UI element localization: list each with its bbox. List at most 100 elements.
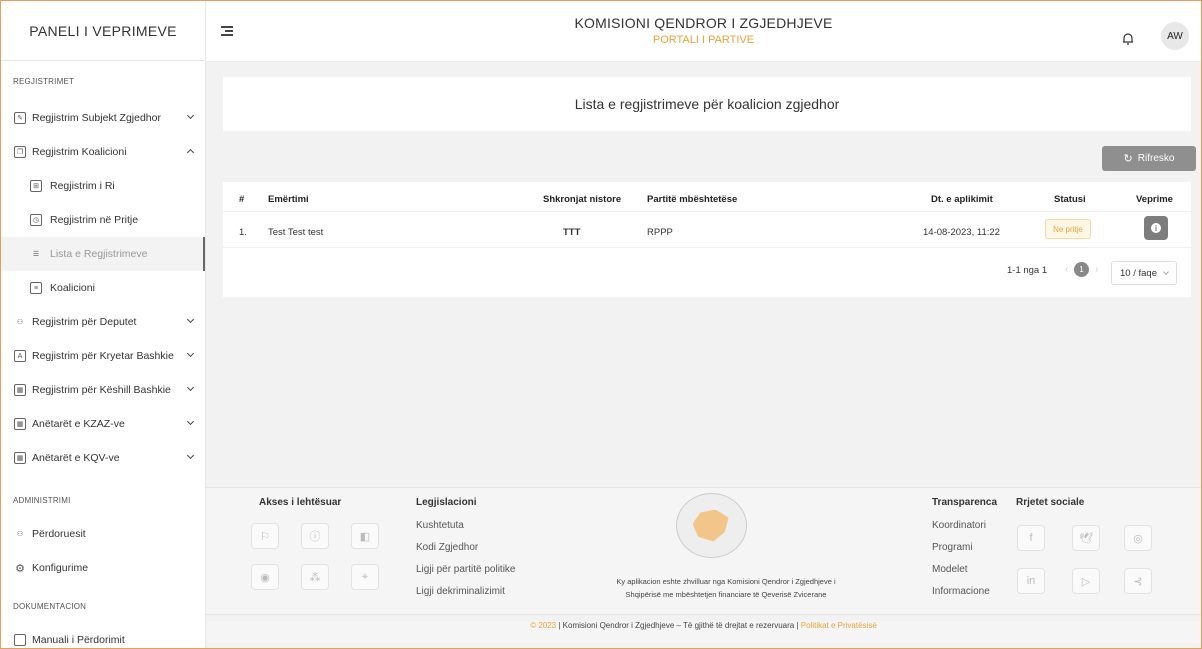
sidebar-item-label: Lista e Regjistrimeve xyxy=(50,248,148,260)
albania-map-icon xyxy=(692,509,729,542)
sidebar-section-docs: DOKUMENTACION xyxy=(13,602,87,611)
sidebar-item-kryetar[interactable]: A Regjistrim për Kryetar Bashkie xyxy=(1,339,205,373)
column-header-actions: Veprime xyxy=(1136,194,1173,205)
sidebar-section-admin: ADMINISTRIMI xyxy=(13,496,71,505)
chevron-right-icon[interactable]: › xyxy=(1095,264,1098,275)
info-icon: i xyxy=(1151,223,1161,233)
sidebar-item-koalicioni-sub[interactable]: ≡ Koalicioni xyxy=(1,271,205,305)
sidebar-item-label: Regjistrim për Kryetar Bashkie xyxy=(32,350,174,362)
sidebar-item-koalicioni[interactable]: ❐ Regjistrim Koalicioni xyxy=(1,135,205,169)
instagram-icon[interactable]: ◎ xyxy=(1124,525,1152,551)
sidebar-item-label: Regjistrim Koalicioni xyxy=(32,146,127,158)
sidebar-item-label: Regjistrim Subjekt Zgjedhor xyxy=(32,112,161,124)
sidebar-item-label: Koalicioni xyxy=(50,282,95,294)
privacy-link[interactable]: Politikat e Privatësisë xyxy=(801,621,877,630)
chevron-down-icon xyxy=(1163,269,1169,275)
youtube-icon[interactable]: ▷ xyxy=(1072,568,1100,594)
kqz-seal-logo xyxy=(676,493,747,558)
file-clock-icon: ◷ xyxy=(30,214,42,226)
sidebar-item-label: Manuali i Përdorimit xyxy=(32,634,125,646)
footer-note-line: Ky aplikacion eshte zhvilluar nga Komisi… xyxy=(616,577,836,586)
legislation-link[interactable]: Ligji dekriminalizimit xyxy=(416,586,505,597)
table-cell-initials: TTT xyxy=(563,227,581,238)
rss-icon[interactable]: ⊰ xyxy=(1124,568,1152,594)
facebook-icon[interactable]: f xyxy=(1017,525,1045,551)
building-icon: ▦ xyxy=(14,452,26,464)
sidebar-item-label: Përdoruesit xyxy=(32,528,86,540)
flag-icon[interactable]: ⚐ xyxy=(251,523,279,549)
contrast-icon[interactable]: ◧ xyxy=(351,523,379,549)
portal-title: PORTALI I PARTIVE xyxy=(652,34,755,46)
column-header-parties: Partitë mbështetëse xyxy=(647,194,738,205)
chevron-down-icon xyxy=(186,111,195,120)
users-icon: ⚇ xyxy=(16,531,24,538)
sidebar-item-kzaz[interactable]: ▦ Anëtarët e KZAZ-ve xyxy=(1,407,205,441)
column-header-date: Dt. e aplikimit xyxy=(931,194,993,205)
building-icon: ▦ xyxy=(14,418,26,430)
table-divider xyxy=(223,247,1191,248)
sidebar-item-keshill[interactable]: ▦ Regjistrim për Këshill Bashkie xyxy=(1,373,205,407)
sidebar-item-subjekt[interactable]: ✎ Regjistrim Subjekt Zgjedhor xyxy=(1,101,205,135)
table-cell-parties: RPPP xyxy=(647,227,673,238)
app-window: PANELI I VEPRIMEVE KOMISIONI QENDROR I Z… xyxy=(0,0,1202,649)
column-header-name: Emërtimi xyxy=(268,194,309,205)
page-size-select[interactable]: 10 / faqe xyxy=(1111,261,1177,285)
footer-divider xyxy=(206,614,1201,615)
registrations-table: # Emërtimi Shkronjat nistore Partitë mbë… xyxy=(223,182,1191,297)
column-header-status: Statusi xyxy=(1054,194,1086,205)
avatar[interactable]: AW xyxy=(1161,22,1189,50)
sidebar-item-ne-pritje[interactable]: ◷ Regjistrim në Pritje xyxy=(1,203,205,237)
page-title: Lista e regjistrimeve për koalicion zgje… xyxy=(223,77,1191,131)
legislation-link[interactable]: Kodi Zgjedhor xyxy=(416,542,478,553)
legislation-link[interactable]: Ligji për partitë politike xyxy=(416,564,516,575)
sidebar-item-manuali[interactable]: Manuali i Përdorimit xyxy=(1,623,205,648)
org-title: KOMISIONI QENDROR I ZGJEDHJEVE xyxy=(574,15,833,31)
column-header-number: # xyxy=(239,194,245,205)
sidebar-item-konfigurime[interactable]: ⚙ Konfigurime xyxy=(1,551,205,585)
transparency-link[interactable]: Modelet xyxy=(932,564,968,575)
legislation-title: Legjislacioni xyxy=(416,497,477,508)
chevron-down-icon xyxy=(186,383,195,392)
panel-title: PANELI I VEPRIMEVE xyxy=(1,1,206,61)
file-icon xyxy=(14,634,26,646)
table-cell-number: 1. xyxy=(239,227,247,238)
chevron-down-icon xyxy=(186,417,195,426)
sidebar-section-registrations: REGJISTRIMET xyxy=(13,77,75,86)
sidebar-item-kqv[interactable]: ▦ Anëtarët e KQV-ve xyxy=(1,441,205,475)
gear-icon: ⚙ xyxy=(15,562,25,575)
table-cell-date: 14-08-2023, 11:22 xyxy=(923,227,1000,238)
sidebar-item-label: Regjistrim për Deputet xyxy=(32,316,137,328)
chevron-left-icon[interactable]: ‹ xyxy=(1065,264,1068,275)
sidebar-item-label: Regjistrim në Pritje xyxy=(50,214,139,226)
transparency-link[interactable]: Programi xyxy=(932,542,973,553)
sidebar-item-perdoruesit[interactable]: ⚇ Përdoruesit xyxy=(1,517,205,551)
copy-icon: ❐ xyxy=(14,146,26,158)
sidebar-item-deputet[interactable]: ⚇ Regjistrim për Deputet xyxy=(1,305,205,339)
grid-plus-icon: ⊞ xyxy=(30,180,42,192)
info-circle-icon[interactable]: ⓘ xyxy=(301,523,329,549)
twitter-icon[interactable]: 🕊 xyxy=(1072,525,1100,551)
refresh-button[interactable]: ↻ Rifresko xyxy=(1102,146,1196,171)
eye-icon[interactable]: ◉ xyxy=(251,564,279,590)
copyright-year: © 2023 xyxy=(530,621,557,630)
cursor-icon[interactable]: ⌖ xyxy=(351,564,379,590)
bell-icon[interactable] xyxy=(1122,32,1134,45)
pagination-current-page[interactable]: 1 xyxy=(1074,262,1089,277)
sidebar-item-regjistrim-ri[interactable]: ⊞ Regjistrim i Ri xyxy=(1,169,205,203)
linkedin-icon[interactable]: in xyxy=(1017,568,1045,594)
sidebar: REGJISTRIMET ✎ Regjistrim Subjekt Zgjedh… xyxy=(1,62,206,648)
view-details-button[interactable]: i xyxy=(1144,216,1168,240)
font-size-icon[interactable]: ⁂ xyxy=(301,564,329,590)
chevron-down-icon xyxy=(186,451,195,460)
transparency-link[interactable]: Koordinatori xyxy=(932,520,986,531)
legislation-link[interactable]: Kushtetuta xyxy=(416,520,464,531)
copyright-text: | Komisioni Qendror i Zgjedhjeve – Të gj… xyxy=(558,621,799,630)
list-icon: ☰ xyxy=(32,251,40,258)
sidebar-item-label: Anëtarët e KZAZ-ve xyxy=(32,418,125,430)
document-icon: ≡ xyxy=(30,282,42,294)
sidebar-item-label: Konfigurime xyxy=(32,562,89,574)
sidebar-item-label: Regjistrim për Këshill Bashkie xyxy=(32,384,171,396)
sidebar-item-label: Anëtarët e KQV-ve xyxy=(32,452,120,464)
transparency-link[interactable]: Informacione xyxy=(932,586,990,597)
sidebar-item-lista[interactable]: ☰ Lista e Regjistrimeve xyxy=(1,237,205,271)
